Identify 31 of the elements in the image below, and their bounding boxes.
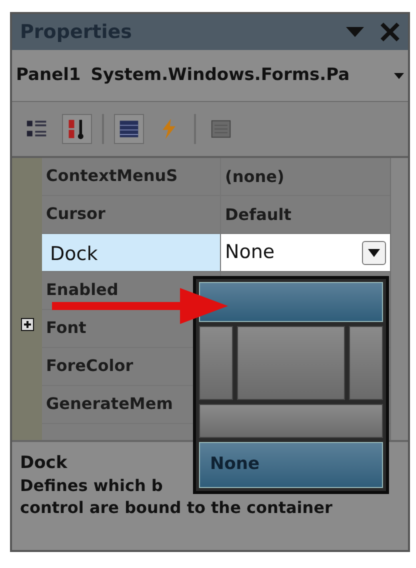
property-value: Default [225,204,292,226]
scrollbar[interactable] [390,158,408,440]
object-type: System.Windows.Forms.Pa [90,64,350,87]
expand-icon[interactable] [20,318,34,331]
property-name: Enabled [46,280,118,299]
list-button[interactable] [114,114,144,144]
property-value: None [225,240,275,266]
property-name: ForeColor [46,356,134,375]
close-icon[interactable] [380,22,400,42]
description-text: Defines which b [20,476,163,495]
property-value: (none) [225,166,284,188]
dock-none-option[interactable]: None [199,442,383,488]
object-name: Panel1 [16,64,81,87]
property-name: Dock [50,243,98,265]
dropdown-icon[interactable] [346,27,364,37]
property-name: ContextMenuS [46,166,178,185]
caret-icon [368,248,380,256]
dock-left-option[interactable] [199,326,233,400]
property-name: GenerateMem [46,394,173,413]
dock-bottom-option[interactable] [199,404,383,438]
dropdown-button[interactable] [362,240,386,264]
property-name: Cursor [46,204,106,223]
caret-icon [394,72,404,78]
sort-button[interactable] [62,114,92,144]
description-text: control are bound to the container [20,498,332,518]
object-selector[interactable]: Panel1 System.Windows.Forms.Pa [12,50,408,102]
description-title: Dock [20,453,68,473]
property-name: Font [46,318,86,337]
dock-fill-option[interactable] [237,326,345,400]
dock-top-option[interactable] [199,282,383,322]
dock-right-option[interactable] [349,326,383,400]
